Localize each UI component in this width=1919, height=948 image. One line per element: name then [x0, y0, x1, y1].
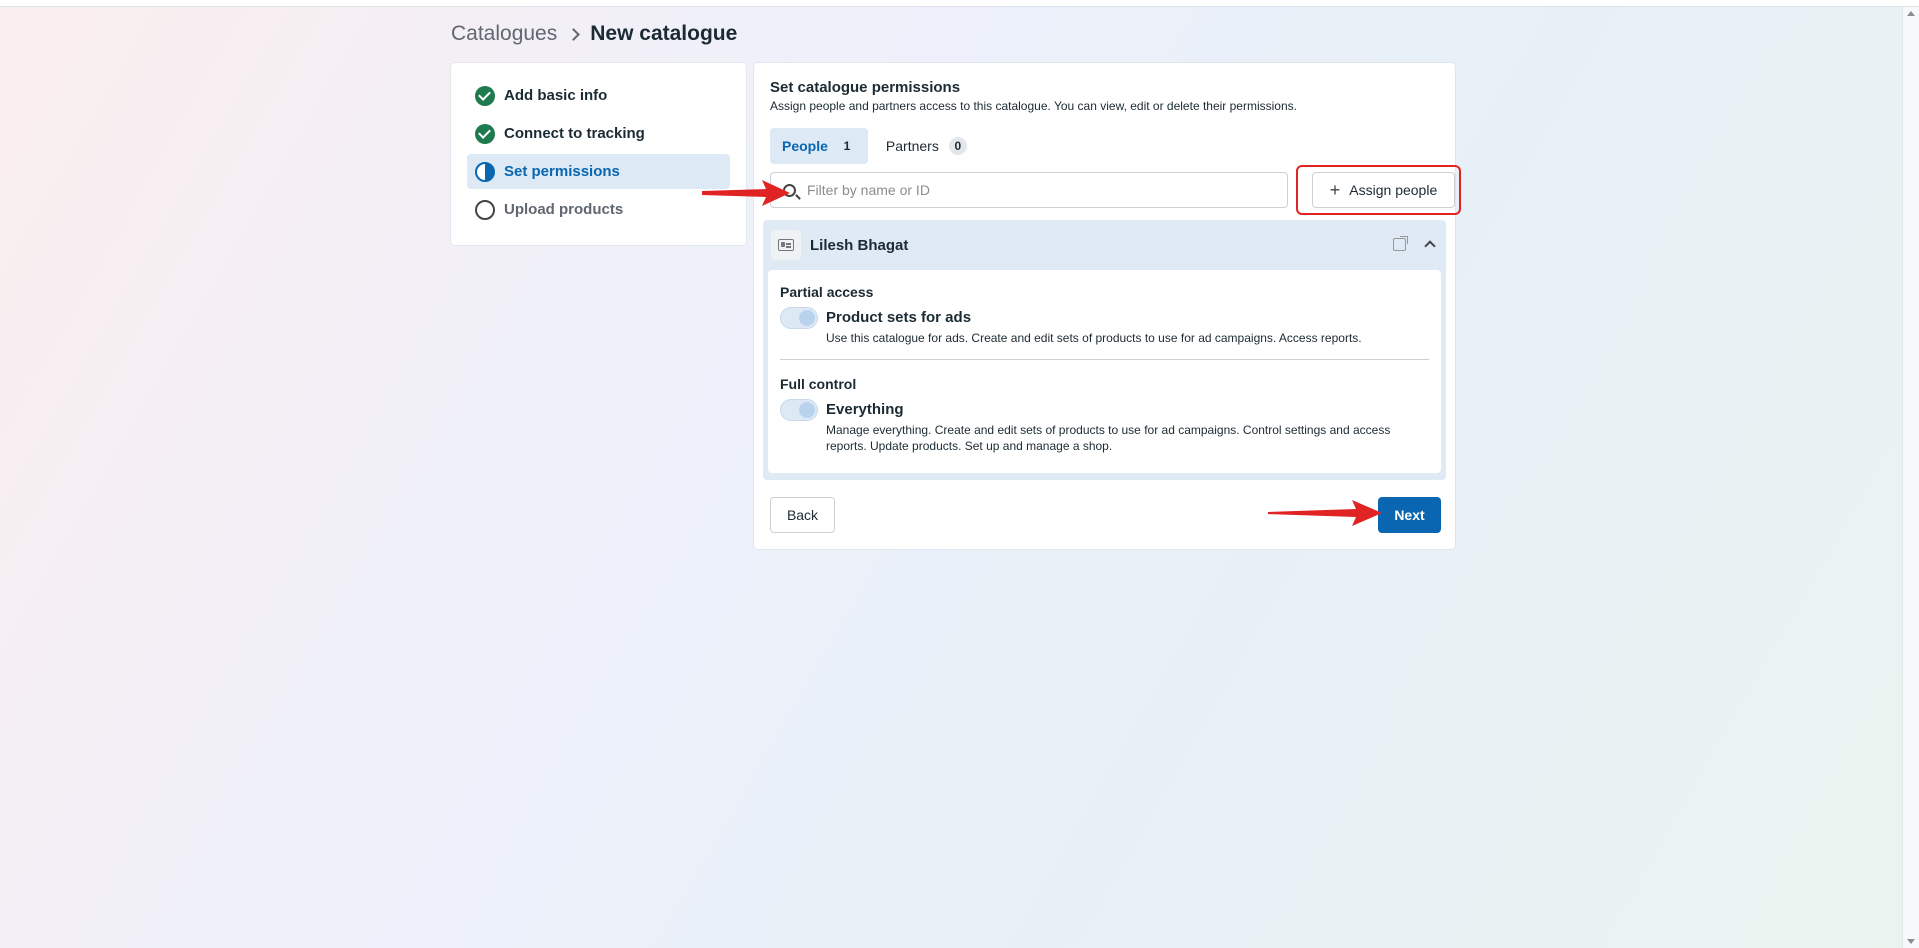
scroll-down-icon[interactable] — [1907, 939, 1915, 944]
scroll-up-icon[interactable] — [1907, 11, 1915, 16]
everything-toggle[interactable] — [780, 399, 818, 421]
search-input[interactable] — [807, 182, 1267, 198]
empty-circle-icon — [475, 199, 495, 220]
tab-label: Partners — [885, 138, 939, 154]
open-external-icon[interactable] — [1393, 236, 1408, 251]
check-circle-icon — [475, 123, 495, 144]
permission-description: Manage everything. Create and edit sets … — [826, 423, 1391, 453]
assign-people-button[interactable]: + Assign people — [1312, 172, 1455, 208]
page-title: New catalogue — [590, 22, 738, 45]
permission-row-everything: Everything Manage everything. Create and… — [780, 399, 1429, 454]
permissions-panel: Set catalogue permissions Assign people … — [754, 63, 1461, 549]
permission-title: Everything — [826, 401, 904, 418]
breadcrumb-catalogues-link[interactable]: Catalogues — [451, 22, 557, 46]
tab-partners[interactable]: Partners 0 — [874, 128, 979, 164]
permission-row-product-sets: Product sets for ads Use this catalogue … — [780, 307, 1429, 346]
product-sets-toggle[interactable] — [780, 307, 818, 329]
step-set-permissions[interactable]: Set permissions — [467, 154, 730, 189]
partial-access-heading: Partial access — [780, 284, 874, 300]
chevron-up-icon[interactable] — [1424, 240, 1436, 252]
step-connect-to-tracking[interactable]: Connect to tracking — [467, 116, 730, 151]
vertical-scrollbar[interactable] — [1902, 7, 1919, 948]
plus-icon: + — [1329, 180, 1341, 200]
annotation-arrow-icon — [1268, 500, 1382, 526]
person-permission-card: Lilesh Bhagat Partial access Product set… — [763, 220, 1446, 480]
person-name: Lilesh Bhagat — [810, 236, 909, 254]
toggle-knob — [799, 402, 815, 418]
annotation-arrow-icon — [702, 180, 790, 206]
back-button[interactable]: Back — [770, 497, 835, 533]
section-title: Set catalogue permissions — [770, 79, 961, 96]
divider — [780, 359, 1429, 360]
tab-label: People — [782, 138, 828, 154]
search-row: + Assign people — [770, 165, 1461, 215]
check-circle-icon — [475, 85, 495, 106]
search-field[interactable] — [770, 172, 1288, 208]
browser-top-edge — [0, 0, 1919, 7]
next-button[interactable]: Next — [1378, 497, 1441, 533]
tab-count-badge: 0 — [948, 137, 967, 155]
tab-count-badge: 1 — [843, 139, 851, 153]
chevron-right-icon — [567, 27, 581, 41]
breadcrumb: Catalogues New catalogue — [451, 22, 737, 46]
step-upload-products[interactable]: Upload products — [467, 192, 730, 227]
step-label: Connect to tracking — [504, 125, 645, 142]
assign-people-label: Assign people — [1349, 182, 1438, 198]
section-subtitle: Assign people and partners access to thi… — [770, 99, 1297, 113]
person-header[interactable]: Lilesh Bhagat — [763, 220, 1446, 270]
step-add-basic-info[interactable]: Add basic info — [467, 78, 730, 113]
step-label: Set permissions — [504, 163, 620, 180]
tab-bar: People 1 Partners 0 — [770, 128, 1439, 164]
full-control-heading: Full control — [780, 376, 857, 392]
permission-description: Use this catalogue for ads. Create and e… — [826, 331, 1362, 345]
id-card-icon — [771, 230, 801, 260]
permission-title: Product sets for ads — [826, 309, 972, 326]
step-label: Upload products — [504, 201, 624, 218]
half-circle-icon — [475, 161, 495, 182]
tab-people[interactable]: People 1 — [770, 128, 868, 164]
steps-panel: Add basic info Connect to tracking Set p… — [451, 63, 746, 245]
permission-options: Partial access Product sets for ads Use … — [768, 270, 1441, 473]
step-label: Add basic info — [504, 87, 608, 104]
toggle-knob — [799, 310, 815, 326]
